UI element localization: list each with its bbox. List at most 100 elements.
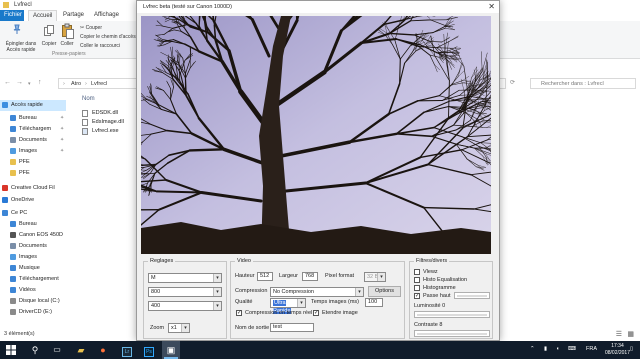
cut-button[interactable]: ✂ Couper — [80, 25, 102, 31]
network-icon[interactable]: ▮ — [544, 346, 547, 352]
status-bar-count: 3 élément(s) — [4, 331, 35, 337]
volume-icon[interactable]: ◖ — [556, 346, 559, 352]
refresh-icon[interactable]: ⟳ — [510, 79, 515, 86]
sidebar-item[interactable]: Ce PC — [0, 208, 66, 219]
hauteur-field[interactable]: 512 — [257, 272, 273, 281]
breadcrumb-atro[interactable]: Atro — [71, 81, 81, 87]
zoom-select[interactable]: x1 ▾ — [168, 323, 190, 333]
start-button[interactable] — [2, 341, 20, 359]
sidebar-item[interactable]: Canon EOS 450D — [0, 230, 66, 241]
sidebar-item[interactable]: PFE — [0, 168, 66, 179]
details-view-icon[interactable]: ☰ — [616, 330, 622, 338]
options-button[interactable]: Options — [368, 286, 401, 297]
value2-select[interactable]: 400 ▾ — [148, 301, 222, 311]
paste-button[interactable]: Coller — [58, 41, 76, 47]
sidebar-item[interactable]: Documents ✦ — [0, 135, 66, 146]
tiles-view-icon[interactable]: ▦ — [627, 330, 634, 338]
passe-haut-slider[interactable] — [454, 292, 490, 299]
mode-select[interactable]: M ▾ — [148, 273, 222, 283]
hauteur-label: Hauteur — [235, 273, 255, 279]
sidebar-item[interactable]: Disque local (C:) — [0, 296, 66, 307]
task-view-icon[interactable]: ▭ — [48, 341, 66, 359]
compression-select[interactable]: No Compression ▾ — [270, 287, 364, 297]
column-header-name[interactable]: Nom — [82, 96, 95, 102]
sidebar-item-label: Accès rapide — [11, 102, 43, 108]
up-arrow-icon[interactable]: ↑ — [38, 79, 42, 86]
recent-dropdown-icon[interactable]: ▾ — [28, 81, 31, 87]
firefox-icon[interactable]: ● — [94, 341, 112, 359]
pixel-format-select[interactable]: 32 Bit ▾ — [364, 272, 386, 282]
sidebar-item[interactable]: Bureau — [0, 219, 66, 230]
sidebar-item[interactable]: PFE — [0, 157, 66, 168]
sidebar-item[interactable]: OneDrive — [0, 195, 66, 206]
tab-accueil[interactable]: Accueil — [28, 10, 58, 21]
paste-shortcut-button[interactable]: Coller le raccourci — [80, 43, 120, 49]
lvfrec-taskbar-icon[interactable]: ▣ — [162, 341, 180, 359]
sidebar-item[interactable]: Images ✦ — [0, 146, 66, 157]
temps-field[interactable]: 100 — [365, 298, 383, 307]
forward-arrow-icon[interactable]: → — [16, 79, 23, 86]
luminosite-slider[interactable] — [414, 311, 490, 318]
notifications-icon[interactable]: ▯ — [630, 346, 633, 352]
sidebar-item-label: Images — [19, 148, 38, 154]
copy-icon — [44, 25, 54, 39]
breadcrumb-lvfrecl[interactable]: Lvfrecl — [91, 81, 107, 87]
cut-label: Couper — [85, 25, 102, 31]
taskbar: ⚲ ▭ ▰ ● Lr Ps ▣ ⌃ ▮ ◖ ⌨ FRA 17:34 08/02/… — [0, 341, 640, 359]
sidebar-item-label: Disque local (C:) — [19, 298, 60, 304]
sidebar-item[interactable]: Téléchargem ✦ — [0, 124, 66, 135]
language-indicator[interactable]: FRA — [586, 346, 597, 352]
tab-fichier[interactable]: Fichier — [0, 10, 24, 21]
vlewz-checkbox[interactable] — [414, 269, 420, 275]
lightroom-icon[interactable]: Lr — [118, 341, 136, 359]
chevron-down-icon: ▾ — [297, 299, 305, 307]
sidebar-item[interactable]: Images — [0, 252, 66, 263]
keyboard-icon[interactable]: ⌨ — [568, 346, 576, 352]
sidebar-item-label: Canon EOS 450D — [19, 232, 64, 238]
close-icon[interactable]: ✕ — [488, 2, 495, 11]
pin-icon: ✦ — [60, 137, 65, 143]
pin-icon — [12, 24, 22, 36]
sidebar-item[interactable]: Vidéos — [0, 285, 66, 296]
window-title: Lvfrecl — [14, 2, 32, 8]
file-name: EDSDK.dll — [92, 110, 118, 116]
value1-select[interactable]: 800 ▾ — [148, 287, 222, 297]
contraste-slider[interactable] — [414, 330, 490, 337]
sidebar-item[interactable]: Documents — [0, 241, 66, 252]
photoshop-icon[interactable]: Ps — [140, 341, 158, 359]
passe-haut-checkbox[interactable]: ✓ — [414, 293, 420, 299]
search-icon[interactable]: ⚲ — [26, 341, 44, 359]
contraste-label: Contraste 8 — [414, 322, 443, 328]
search-input[interactable]: Rechercher dans : Lvfrecl — [530, 78, 636, 89]
pin-quick-access-button[interactable]: Épingler dans Accès rapide — [2, 41, 40, 53]
histogramme-checkbox[interactable] — [414, 285, 420, 291]
back-arrow-icon[interactable]: ← — [4, 79, 11, 86]
tab-affichage[interactable]: Affichage — [90, 10, 123, 21]
sidebar-item[interactable]: Musique — [0, 263, 66, 274]
lvfrec-title: Lvfrec beta (testé sur Canon 1000D) — [143, 4, 232, 10]
histogramme-label: Histogramme — [423, 285, 456, 291]
breadcrumb-chevron-icon: › — [85, 81, 87, 87]
sidebar-item[interactable]: Creative Cloud Fil — [0, 183, 66, 194]
sidebar-item[interactable]: Téléchargement — [0, 274, 66, 285]
nom-sortie-field[interactable]: test — [270, 323, 314, 332]
etendre-checkbox[interactable]: ✓ — [313, 310, 319, 316]
sidebar-item[interactable]: Accès rapide — [0, 100, 66, 111]
qualite-select[interactable]: Ultra Rapide ▾ — [270, 298, 306, 314]
pin-icon: ✦ — [60, 126, 65, 132]
clipboard-group-label: Presse-papiers — [52, 51, 86, 57]
largeur-field[interactable]: 768 — [302, 272, 318, 281]
tab-partage[interactable]: Partage — [59, 10, 88, 21]
compression-rt-checkbox[interactable]: ✓ — [236, 310, 242, 316]
copy-button[interactable]: Copier — [40, 41, 58, 47]
chevron-down-icon: ▾ — [355, 288, 363, 296]
copy-path-button[interactable]: Copier le chemin d'accès — [80, 34, 136, 40]
sidebar-item[interactable]: DriverCD (E:) — [0, 307, 66, 318]
value1-value: 800 — [151, 289, 161, 295]
file-explorer-taskbar-icon[interactable]: ▰ — [72, 341, 90, 359]
histo-eq-checkbox[interactable] — [414, 277, 420, 283]
chevron-up-icon[interactable]: ⌃ — [530, 346, 535, 352]
clock[interactable]: 17:34 08/02/2017 — [605, 343, 630, 357]
sidebar-item-label: Bureau — [19, 115, 37, 121]
sidebar-item[interactable]: Bureau ✦ — [0, 113, 66, 124]
